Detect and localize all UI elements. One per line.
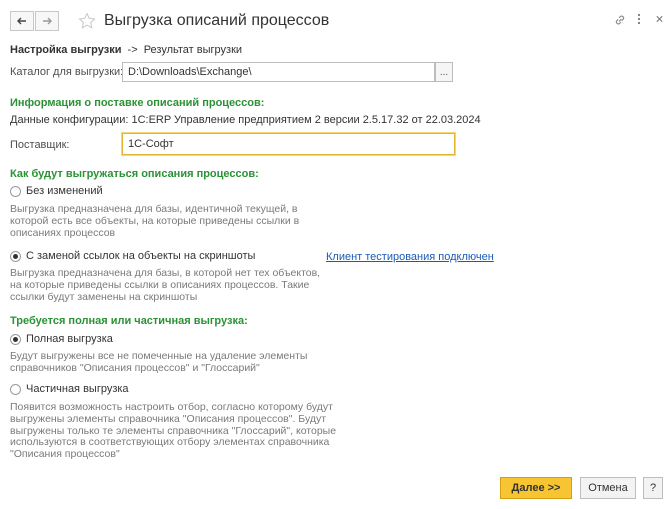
export-dir-input[interactable]: D:\Downloads\Exchange\ <box>122 62 435 82</box>
next-button[interactable]: Далее >> <box>500 477 572 499</box>
description-line: "Описания процессов" <box>10 448 120 461</box>
close-icon[interactable] <box>655 12 664 29</box>
radio-circle-selected[interactable] <box>10 333 21 345</box>
description-line: которой есть все объекты, на которые при… <box>10 214 300 227</box>
radio-no-changes[interactable]: Без изменений <box>10 185 103 197</box>
no-changes-description: Выгрузка предназначена для базы, идентич… <box>10 203 300 239</box>
config-value: 1C:ERP Управление предприятием 2 версии … <box>131 114 481 126</box>
more-menu-icon[interactable] <box>636 12 642 29</box>
full-export-description: Будут выгружены все не помеченные на уда… <box>10 350 307 375</box>
config-data-row: Данные конфигурации: 1C:ERP Управление п… <box>10 114 481 126</box>
radio-circle[interactable] <box>10 185 21 197</box>
replace-description: Выгрузка предназначена для базы, в котор… <box>10 267 320 303</box>
radio-full-label: Полная выгрузка <box>26 333 113 345</box>
radio-replace-with-screenshots[interactable]: С заменой ссылок на объекты на скриншоты <box>10 250 255 262</box>
link-icon[interactable] <box>613 13 627 30</box>
description-line: описаниях процессов <box>10 226 116 239</box>
forward-button[interactable] <box>35 11 59 31</box>
vendor-label: Поставщик: <box>10 139 70 151</box>
test-client-link[interactable]: Клиент тестирования подключен <box>326 251 494 263</box>
export-dir-label: Каталог для выгрузки: <box>10 66 124 78</box>
breadcrumb-next[interactable]: Результат выгрузки <box>144 44 242 56</box>
description-line: ссылки будут заменены на скриншоты <box>10 290 198 303</box>
breadcrumb-arrow: -> <box>127 44 138 56</box>
description-line: выгружены элементы справочника "Описания… <box>10 412 327 425</box>
back-button[interactable] <box>10 11 34 31</box>
description-line: на которые приведены ссылки в описаниях … <box>10 278 310 291</box>
radio-replace-label: С заменой ссылок на объекты на скриншоты <box>26 250 256 262</box>
window-title: Выгрузка описаний процессов <box>104 12 330 29</box>
radio-no-changes-label: Без изменений <box>26 185 103 197</box>
export-scope-heading: Требуется полная или частичная выгрузка: <box>10 315 248 327</box>
breadcrumb-current: Настройка выгрузки <box>10 44 122 56</box>
help-button[interactable]: ? <box>643 477 663 499</box>
arrow-right-icon <box>43 17 52 25</box>
favorite-star-icon[interactable] <box>77 11 97 31</box>
radio-circle-selected[interactable] <box>10 250 21 262</box>
select-dir-button[interactable]: ... <box>435 62 453 82</box>
breadcrumb: Настройка выгрузки -> Результат выгрузки <box>10 44 242 56</box>
config-label: Данные конфигурации: <box>10 114 129 126</box>
radio-partial-export[interactable]: Частичная выгрузка <box>10 383 129 395</box>
export-mode-heading: Как будут выгружаться описания процессов… <box>10 168 259 180</box>
partial-export-description: Появится возможность настроить отбор, со… <box>10 401 336 461</box>
description-line: справочников "Описания процессов" и "Гло… <box>10 361 260 374</box>
vendor-input[interactable]: 1С-Софт <box>122 133 455 155</box>
radio-full-export[interactable]: Полная выгрузка <box>10 333 113 345</box>
supply-info-heading: Информация о поставке описаний процессов… <box>10 97 265 109</box>
radio-circle[interactable] <box>10 383 21 395</box>
radio-partial-label: Частичная выгрузка <box>26 383 129 395</box>
arrow-left-icon <box>17 17 26 25</box>
cancel-button[interactable]: Отмена <box>580 477 636 499</box>
